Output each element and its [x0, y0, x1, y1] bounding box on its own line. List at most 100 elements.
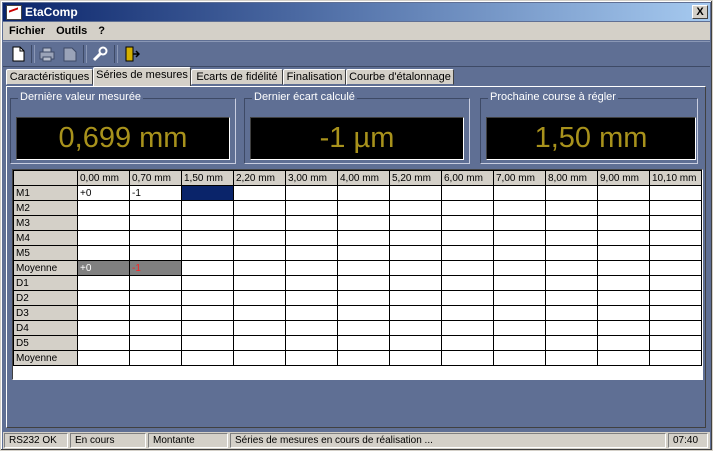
grid-cell[interactable]	[389, 275, 442, 291]
grid-cell[interactable]	[597, 230, 650, 246]
grid-cell[interactable]	[181, 245, 234, 261]
column-header[interactable]: 2,20 mm	[233, 170, 286, 186]
grid-cell[interactable]	[129, 305, 182, 321]
grid-cell[interactable]	[545, 230, 598, 246]
menu-outils[interactable]: Outils	[50, 22, 92, 37]
grid-cell[interactable]	[493, 185, 546, 201]
grid-cell[interactable]	[285, 290, 338, 306]
grid-cell[interactable]	[493, 215, 546, 231]
row-header[interactable]: D3	[13, 305, 78, 321]
grid-cell[interactable]	[597, 200, 650, 216]
grid-cell[interactable]	[129, 335, 182, 351]
row-header[interactable]: D4	[13, 320, 78, 336]
grid-cell[interactable]	[285, 335, 338, 351]
grid-cell[interactable]	[389, 185, 442, 201]
grid-cell[interactable]	[649, 230, 702, 246]
grid-cell[interactable]	[441, 230, 494, 246]
grid-cell[interactable]	[545, 215, 598, 231]
grid-cell[interactable]	[493, 305, 546, 321]
grid-cell[interactable]	[389, 200, 442, 216]
grid-cell[interactable]	[545, 185, 598, 201]
grid-cell[interactable]	[233, 185, 286, 201]
grid-cell[interactable]: -1	[129, 260, 182, 276]
grid-cell[interactable]	[493, 320, 546, 336]
grid-cell[interactable]	[285, 230, 338, 246]
grid-cell[interactable]	[545, 290, 598, 306]
grid-cell[interactable]	[649, 185, 702, 201]
column-header[interactable]: 4,00 mm	[337, 170, 390, 186]
grid-cell[interactable]	[441, 185, 494, 201]
grid-cell[interactable]	[285, 185, 338, 201]
grid-cell[interactable]	[649, 335, 702, 351]
grid-cell[interactable]	[545, 260, 598, 276]
grid-cell[interactable]	[337, 215, 390, 231]
grid-cell[interactable]	[181, 290, 234, 306]
grid-cell[interactable]	[129, 200, 182, 216]
grid-cell[interactable]	[233, 350, 286, 366]
grid-cell[interactable]	[441, 200, 494, 216]
column-header[interactable]: 3,00 mm	[285, 170, 338, 186]
grid-cell[interactable]	[493, 335, 546, 351]
grid-cell[interactable]	[233, 200, 286, 216]
grid-cell[interactable]	[337, 290, 390, 306]
grid-cell[interactable]	[181, 215, 234, 231]
grid-cell[interactable]	[77, 275, 130, 291]
grid-cell[interactable]	[129, 275, 182, 291]
grid-cell[interactable]	[129, 230, 182, 246]
grid-cell[interactable]	[77, 215, 130, 231]
grid-cell[interactable]	[493, 275, 546, 291]
grid-cell[interactable]	[441, 335, 494, 351]
grid-cell[interactable]	[233, 275, 286, 291]
row-header[interactable]: D5	[13, 335, 78, 351]
grid-cell[interactable]	[545, 320, 598, 336]
selected-cell[interactable]	[181, 185, 234, 201]
document-icon[interactable]	[61, 45, 79, 63]
grid-cell[interactable]	[597, 350, 650, 366]
tab-caracteristiques[interactable]: Caractéristiques	[6, 69, 93, 85]
grid-cell[interactable]	[129, 350, 182, 366]
grid-cell[interactable]	[545, 305, 598, 321]
grid-cell[interactable]	[181, 305, 234, 321]
grid-cell[interactable]	[233, 215, 286, 231]
grid-cell[interactable]	[441, 305, 494, 321]
grid-cell[interactable]	[233, 245, 286, 261]
grid-cell[interactable]	[441, 260, 494, 276]
tab-ecarts-de-fidelite[interactable]: Ecarts de fidélité	[191, 69, 283, 85]
grid-cell[interactable]: -1	[129, 185, 182, 201]
grid-cell[interactable]	[233, 230, 286, 246]
grid-cell[interactable]	[233, 290, 286, 306]
grid-cell[interactable]	[649, 320, 702, 336]
wrench-icon[interactable]	[91, 45, 109, 63]
print-icon[interactable]	[38, 45, 56, 63]
grid-cell[interactable]	[649, 290, 702, 306]
grid-cell[interactable]	[545, 350, 598, 366]
grid-cell[interactable]	[389, 290, 442, 306]
grid-cell[interactable]	[441, 275, 494, 291]
grid-cell[interactable]	[337, 185, 390, 201]
grid-cell[interactable]	[389, 350, 442, 366]
measurement-grid[interactable]: 0,00 mm 0,70 mm 1,50 mm 2,20 mm 3,00 mm 4,00 …	[12, 169, 703, 380]
grid-cell[interactable]	[129, 290, 182, 306]
grid-cell[interactable]	[181, 275, 234, 291]
grid-cell[interactable]	[441, 215, 494, 231]
grid-cell[interactable]	[597, 185, 650, 201]
row-header[interactable]: D1	[13, 275, 78, 291]
column-header[interactable]: 5,20 mm	[389, 170, 442, 186]
grid-cell[interactable]	[493, 350, 546, 366]
grid-cell[interactable]	[649, 200, 702, 216]
grid-cell[interactable]	[493, 200, 546, 216]
grid-cell[interactable]	[545, 275, 598, 291]
grid-cell[interactable]	[233, 305, 286, 321]
grid-cell[interactable]	[389, 245, 442, 261]
grid-cell[interactable]	[493, 260, 546, 276]
grid-cell[interactable]	[181, 350, 234, 366]
grid-cell[interactable]	[233, 335, 286, 351]
grid-cell[interactable]	[337, 275, 390, 291]
grid-cell[interactable]	[597, 215, 650, 231]
row-header[interactable]: M4	[13, 230, 78, 246]
column-header[interactable]: 0,70 mm	[129, 170, 182, 186]
grid-cell[interactable]	[77, 320, 130, 336]
column-header[interactable]: 0,00 mm	[77, 170, 130, 186]
grid-cell[interactable]	[389, 230, 442, 246]
grid-cell[interactable]	[77, 335, 130, 351]
